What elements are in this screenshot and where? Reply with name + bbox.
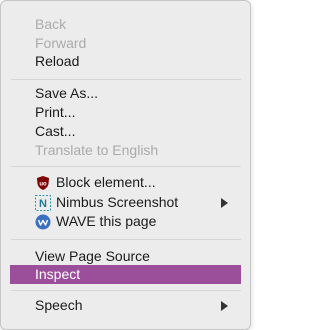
menu-item-speech[interactable]: Speech (10, 296, 241, 315)
wave-icon (35, 214, 51, 230)
menu-item-reload-label: Reload (35, 53, 80, 69)
menu-item-block-element[interactable]: uo Block element... (10, 173, 241, 192)
menu-item-back-label: Back (35, 16, 67, 32)
chevron-right-icon (221, 301, 228, 311)
menu-item-cast-label: Cast... (35, 123, 76, 139)
menu-item-inspect[interactable]: Inspect (10, 265, 241, 284)
menu-item-print[interactable]: Print... (10, 103, 241, 122)
context-menu: Back Forward Reload Save As... Print... … (0, 0, 251, 330)
menu-item-back: Back (10, 15, 241, 34)
menu-item-nimbus[interactable]: N Nimbus Screenshot (10, 193, 241, 212)
menu-separator (11, 239, 241, 240)
menu-item-view-source-label: View Page Source (35, 248, 150, 264)
svg-text:uo: uo (39, 182, 47, 188)
menu-item-view-source[interactable]: View Page Source (10, 247, 241, 266)
chevron-right-icon (221, 198, 228, 208)
menu-item-speech-label: Speech (35, 297, 83, 313)
menu-item-cast[interactable]: Cast... (10, 122, 241, 141)
menu-item-forward: Forward (10, 34, 241, 53)
menu-item-inspect-label: Inspect (35, 266, 81, 282)
menu-item-save-as[interactable]: Save As... (10, 84, 241, 103)
svg-text:N: N (39, 198, 47, 210)
menu-item-reload[interactable]: Reload (10, 52, 241, 71)
menu-item-block-element-label: Block element... (56, 174, 156, 190)
ublock-shield-icon: uo (35, 175, 51, 191)
menu-item-save-as-label: Save As... (35, 85, 99, 101)
menu-item-wave-label: WAVE this page (56, 213, 157, 229)
menu-item-translate-label: Translate to English (35, 142, 159, 158)
menu-item-translate: Translate to English (10, 141, 241, 160)
menu-item-forward-label: Forward (35, 35, 87, 51)
menu-item-wave[interactable]: WAVE this page (10, 212, 241, 231)
menu-separator (11, 290, 241, 291)
menu-separator (11, 79, 241, 80)
menu-item-nimbus-label: Nimbus Screenshot (56, 194, 179, 210)
menu-separator (11, 166, 241, 167)
menu-item-print-label: Print... (35, 104, 76, 120)
nimbus-n-icon: N (35, 195, 51, 211)
